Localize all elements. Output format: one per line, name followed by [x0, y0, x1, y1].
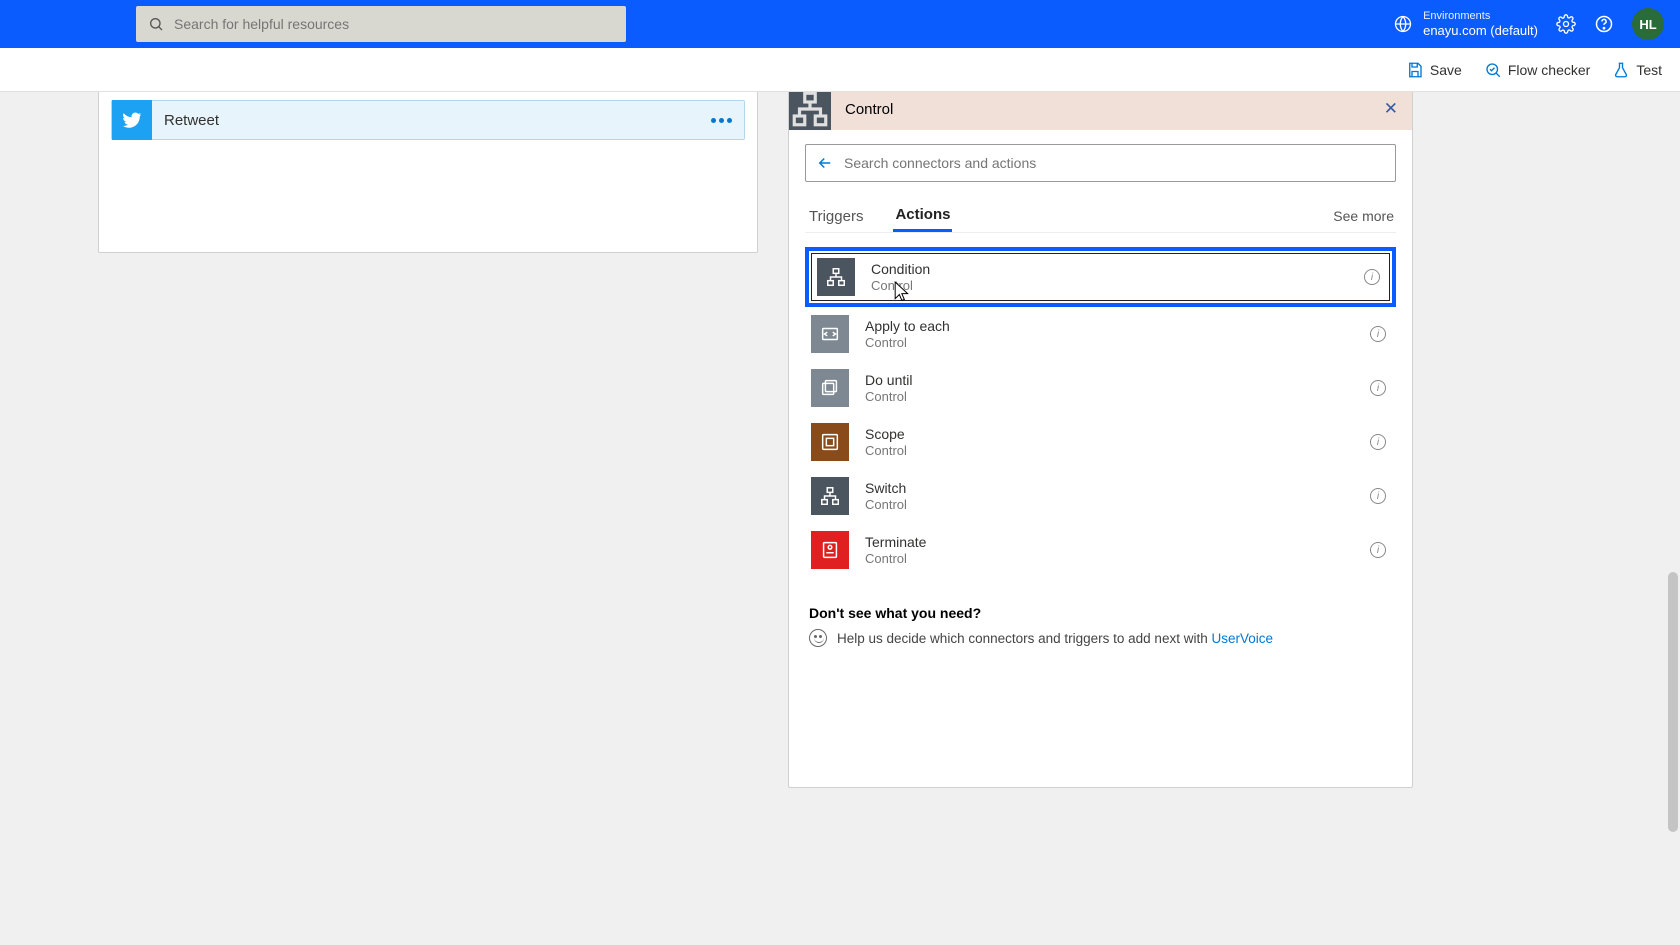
action-item-apply-to-each[interactable]: Apply to eachControl i	[805, 307, 1396, 361]
action-icon	[811, 315, 849, 353]
control-icon	[789, 92, 831, 130]
global-search-input[interactable]	[174, 16, 614, 32]
action-search-input[interactable]	[844, 155, 1385, 171]
save-button[interactable]: Save	[1406, 61, 1462, 79]
info-icon[interactable]: i	[1370, 326, 1386, 342]
help-text: Help us decide which connectors and trig…	[837, 631, 1211, 646]
global-search[interactable]	[136, 6, 626, 42]
action-item-switch[interactable]: SwitchControl i	[805, 469, 1396, 523]
save-icon	[1406, 61, 1424, 79]
action-name: Terminate	[865, 534, 926, 550]
action-icon	[811, 369, 849, 407]
action-sub: Control	[865, 443, 907, 458]
uservoice-link[interactable]: UserVoice	[1211, 631, 1273, 646]
action-sub: Control	[865, 497, 907, 512]
info-icon[interactable]: i	[1364, 269, 1380, 285]
panel-header: Control ✕	[789, 92, 1412, 130]
environment-name: enayu.com (default)	[1423, 23, 1538, 39]
test-button[interactable]: Test	[1612, 61, 1662, 79]
retweet-step-header[interactable]: Retweet	[111, 100, 745, 140]
help-title: Don't see what you need?	[809, 605, 1392, 621]
action-sub: Control	[871, 278, 930, 293]
command-bar: Save Flow checker Test	[0, 48, 1680, 92]
panel-title: Control	[845, 101, 893, 118]
action-item-do-until[interactable]: Do untilControl i	[805, 361, 1396, 415]
action-name: Switch	[865, 480, 907, 496]
action-item-scope[interactable]: ScopeControl i	[805, 415, 1396, 469]
action-search[interactable]	[805, 144, 1396, 182]
info-icon[interactable]: i	[1370, 434, 1386, 450]
action-icon	[811, 531, 849, 569]
test-label: Test	[1636, 62, 1662, 78]
search-icon	[148, 16, 164, 32]
control-actions-panel: Control ✕ Triggers Actions See more Cond…	[788, 92, 1413, 788]
action-name: Scope	[865, 426, 907, 442]
flow-checker-icon	[1484, 61, 1502, 79]
tab-actions[interactable]: Actions	[893, 200, 952, 232]
step-title: Retweet	[164, 112, 219, 129]
action-name: Condition	[871, 261, 930, 277]
action-icon	[811, 477, 849, 515]
environments-picker[interactable]: Environments enayu.com (default)	[1393, 10, 1538, 39]
back-arrow-icon[interactable]	[816, 154, 834, 172]
tab-triggers[interactable]: Triggers	[807, 202, 865, 231]
action-item-terminate[interactable]: TerminateControl i	[805, 523, 1396, 577]
flow-checker-button[interactable]: Flow checker	[1484, 61, 1590, 79]
twitter-icon	[112, 100, 152, 140]
info-icon[interactable]: i	[1370, 380, 1386, 396]
flow-checker-label: Flow checker	[1508, 62, 1590, 78]
close-icon[interactable]: ✕	[1384, 99, 1398, 119]
tabs: Triggers Actions See more	[805, 200, 1396, 233]
action-item-condition[interactable]: ConditionControl i	[805, 247, 1396, 307]
action-icon	[817, 258, 855, 296]
avatar[interactable]: HL	[1632, 8, 1664, 40]
globe-icon	[1393, 14, 1413, 34]
action-list: ConditionControliApply to eachControliDo…	[805, 243, 1396, 581]
smile-icon	[809, 629, 827, 647]
action-sub: Control	[865, 551, 926, 566]
info-icon[interactable]: i	[1370, 488, 1386, 504]
gear-icon[interactable]	[1556, 14, 1576, 34]
action-name: Apply to each	[865, 318, 950, 334]
designer-canvas: Retweet Control ✕ Triggers Actions See m…	[0, 92, 1680, 945]
flask-icon	[1612, 61, 1630, 79]
top-bar: Environments enayu.com (default) HL	[0, 0, 1680, 48]
retweet-step-card: Retweet	[98, 92, 758, 253]
help-line: Help us decide which connectors and trig…	[809, 629, 1392, 647]
action-icon	[811, 423, 849, 461]
action-sub: Control	[865, 335, 950, 350]
action-sub: Control	[865, 389, 912, 404]
environments-label: Environments	[1423, 10, 1538, 23]
scrollbar[interactable]	[1666, 92, 1680, 945]
info-icon[interactable]: i	[1370, 542, 1386, 558]
scroll-thumb[interactable]	[1668, 572, 1678, 832]
help-icon[interactable]	[1594, 14, 1614, 34]
action-name: Do until	[865, 372, 912, 388]
save-label: Save	[1430, 62, 1462, 78]
see-more-link[interactable]: See more	[1333, 208, 1394, 224]
step-menu-button[interactable]	[711, 118, 732, 123]
